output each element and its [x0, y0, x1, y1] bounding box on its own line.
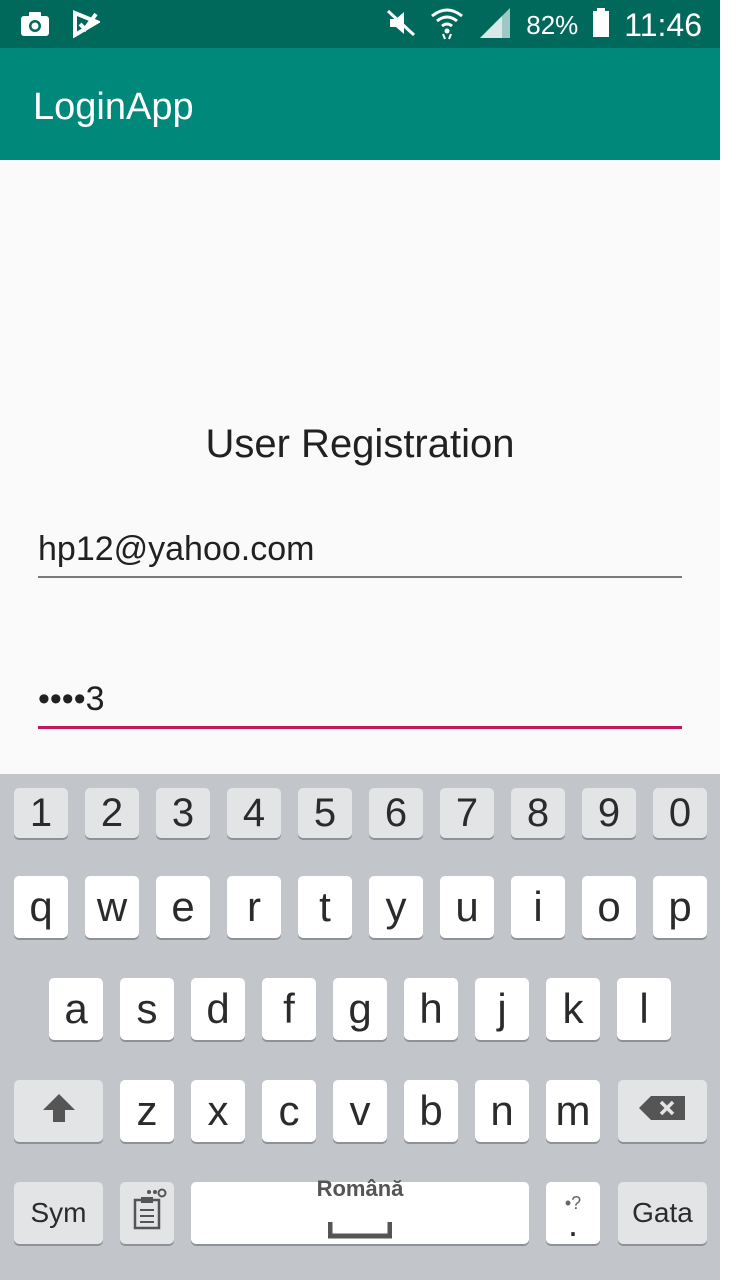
key-4[interactable]: 4 — [227, 788, 281, 838]
app-bar: LoginApp — [0, 48, 720, 160]
soft-keyboard: 1 2 3 4 5 6 7 8 9 0 q w e r t y u i o p … — [0, 774, 720, 1280]
key-b[interactable]: b — [404, 1080, 458, 1142]
key-m[interactable]: m — [546, 1080, 600, 1142]
status-bar: 82% 11:46 — [0, 0, 720, 48]
camera-icon — [20, 11, 50, 42]
key-g[interactable]: g — [333, 978, 387, 1040]
checkmark-notification-icon — [72, 10, 102, 43]
signal-icon — [478, 6, 512, 45]
key-0[interactable]: 0 — [653, 788, 707, 838]
key-e[interactable]: e — [156, 876, 210, 938]
backspace-key[interactable] — [618, 1080, 707, 1142]
key-l[interactable]: l — [617, 978, 671, 1040]
period-key[interactable]: •? . — [546, 1182, 600, 1244]
battery-percent: 82% — [526, 10, 579, 40]
key-q[interactable]: q — [14, 876, 68, 938]
space-bar-icon — [327, 1202, 393, 1250]
password-value: ••••3 — [38, 680, 105, 718]
backspace-icon — [638, 1095, 687, 1127]
app-title: LoginApp — [33, 86, 194, 128]
key-7[interactable]: 7 — [440, 788, 494, 838]
page-title: User Registration — [205, 422, 515, 466]
key-k[interactable]: k — [546, 978, 600, 1040]
key-1[interactable]: 1 — [14, 788, 68, 838]
key-h[interactable]: h — [404, 978, 458, 1040]
key-o[interactable]: o — [582, 876, 636, 938]
key-9[interactable]: 9 — [582, 788, 636, 838]
screen-edge — [720, 0, 736, 1280]
clipboard-settings-icon — [127, 1188, 167, 1239]
key-r[interactable]: r — [227, 876, 281, 938]
key-y[interactable]: y — [369, 876, 423, 938]
key-5[interactable]: 5 — [298, 788, 352, 838]
shift-key[interactable] — [14, 1080, 103, 1142]
clipboard-settings-key[interactable] — [120, 1182, 174, 1244]
battery-icon — [592, 8, 610, 43]
space-language-label: Română — [316, 1176, 404, 1201]
password-field[interactable]: ••••3 — [38, 680, 682, 729]
key-i[interactable]: i — [511, 876, 565, 938]
key-j[interactable]: j — [475, 978, 529, 1040]
email-value: hp12@yahoo.com — [38, 530, 315, 568]
key-z[interactable]: z — [120, 1080, 174, 1142]
key-2[interactable]: 2 — [85, 788, 139, 838]
key-c[interactable]: c — [262, 1080, 316, 1142]
key-x[interactable]: x — [191, 1080, 245, 1142]
key-p[interactable]: p — [653, 876, 707, 938]
key-n[interactable]: n — [475, 1080, 529, 1142]
period-key-label: . — [567, 1202, 578, 1244]
done-key[interactable]: Gata — [618, 1182, 707, 1244]
key-t[interactable]: t — [298, 876, 352, 938]
sym-key[interactable]: Sym — [14, 1182, 103, 1244]
key-w[interactable]: w — [85, 876, 139, 938]
mute-icon — [386, 9, 416, 42]
shift-icon — [41, 1090, 77, 1133]
key-v[interactable]: v — [333, 1080, 387, 1142]
key-a[interactable]: a — [49, 978, 103, 1040]
key-s[interactable]: s — [120, 978, 174, 1040]
space-key[interactable]: Română — [191, 1176, 529, 1244]
key-d[interactable]: d — [191, 978, 245, 1040]
key-8[interactable]: 8 — [511, 788, 565, 838]
key-6[interactable]: 6 — [369, 788, 423, 838]
clock: 11:46 — [624, 7, 702, 43]
key-f[interactable]: f — [262, 978, 316, 1040]
wifi-icon — [430, 6, 464, 45]
key-u[interactable]: u — [440, 876, 494, 938]
email-field[interactable]: hp12@yahoo.com — [38, 530, 682, 578]
key-3[interactable]: 3 — [156, 788, 210, 838]
registration-form: User Registration hp12@yahoo.com ••••3 — [0, 160, 720, 774]
